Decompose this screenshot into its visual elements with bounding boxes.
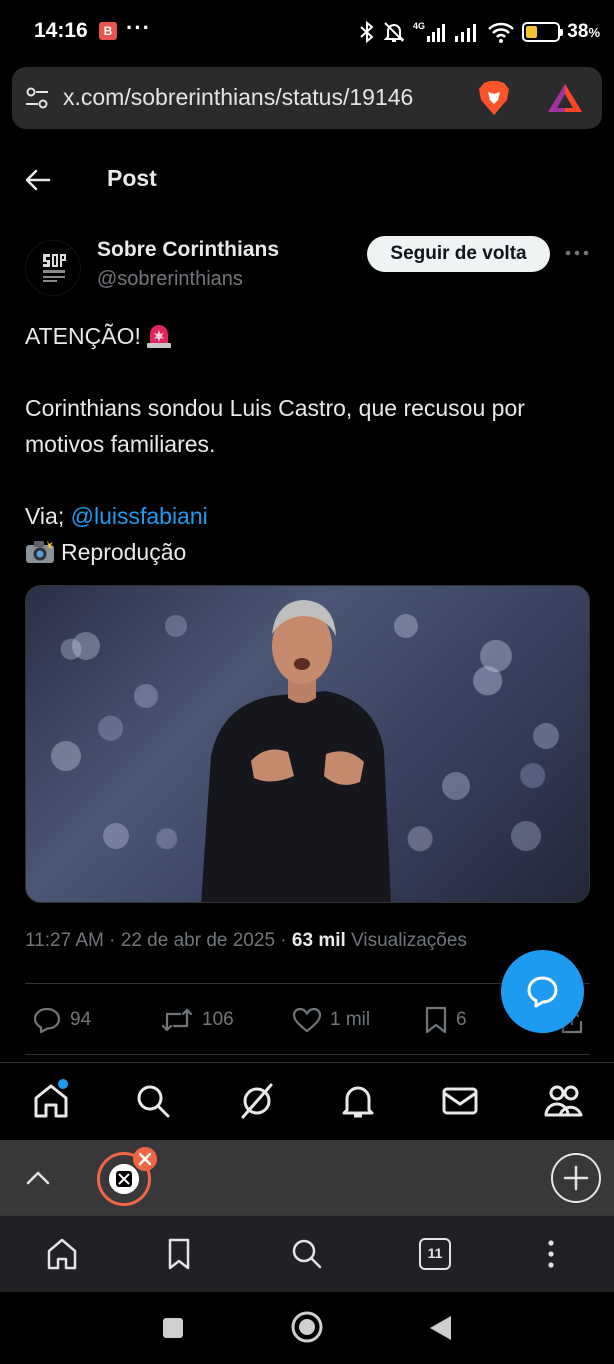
battery-icon — [522, 22, 564, 42]
battery-percent-sign: % — [588, 25, 600, 40]
tweet-time[interactable]: 11:27 AM — [25, 930, 104, 951]
nav-home[interactable] — [31, 1079, 71, 1121]
communities-icon — [544, 1085, 583, 1117]
tweet-credit-line: Reprodução — [25, 534, 595, 570]
meta-separator: · — [109, 930, 116, 951]
brave-rewards-triangle-icon[interactable] — [546, 82, 584, 114]
network-type-label: 4G — [413, 21, 425, 31]
tweet-meta: 11:27 AM · 22 de abr de 2025 · 63 mil Vi… — [25, 930, 467, 952]
battery-percent: 38% — [567, 21, 600, 43]
reply-button[interactable]: 94 — [32, 1005, 91, 1035]
via-prefix: Via; — [25, 503, 65, 529]
mute-bell-icon — [383, 22, 405, 42]
bell-icon — [342, 1086, 374, 1118]
siren-emoji-icon — [146, 325, 171, 348]
avatar[interactable] — [25, 240, 81, 296]
site-settings-icon[interactable] — [24, 85, 50, 111]
camera-flash-emoji-icon — [26, 540, 54, 563]
browser-search-icon[interactable] — [289, 1236, 323, 1272]
search-icon — [137, 1085, 170, 1118]
home-circle-icon[interactable] — [290, 1310, 324, 1344]
tweet-via-line: Via; @luissfabiani — [25, 498, 595, 534]
tweet-date[interactable]: 22 de abr de 2025 — [121, 930, 275, 951]
chat-bubble-icon — [527, 976, 558, 1008]
url-text[interactable]: x.com/sobrerinthians/status/19146 — [63, 84, 423, 111]
author-handle[interactable]: @sobrerinthians — [97, 268, 243, 291]
address-bar[interactable]: x.com/sobrerinthians/status/19146 — [12, 67, 602, 129]
bluetooth-icon — [360, 20, 374, 44]
post-header: Post — [0, 141, 614, 217]
bookmark-count: 6 — [456, 1009, 467, 1030]
follow-back-button[interactable]: Seguir de volta — [367, 236, 550, 272]
bookmark-icon — [425, 1006, 447, 1034]
recents-square-icon[interactable] — [161, 1316, 185, 1340]
browser-toolbar: x.com/sobrerinthians/status/19146 — [0, 62, 614, 141]
heart-icon — [292, 1007, 322, 1033]
tweet-line: ATENÇÃO! — [25, 318, 595, 354]
app-notification-icon: B — [99, 22, 117, 40]
reply-icon — [33, 1007, 61, 1034]
tweet-headline: ATENÇÃO! — [25, 323, 141, 349]
signal-4g-icon: 4G — [413, 21, 446, 42]
nav-grok[interactable] — [237, 1081, 277, 1121]
signal-icon — [455, 24, 477, 42]
browser-home-icon[interactable] — [45, 1236, 79, 1272]
compose-reply-button[interactable] — [501, 950, 584, 1033]
like-count: 1 mil — [330, 1009, 371, 1030]
tweet-image[interactable] — [25, 585, 590, 903]
reply-count: 94 — [70, 1009, 92, 1030]
more-notifications-icon: ··· — [126, 15, 151, 40]
back-triangle-icon[interactable] — [427, 1314, 453, 1342]
battery-percent-value: 38 — [567, 21, 589, 42]
page-title: Post — [107, 165, 157, 191]
grok-icon — [241, 1083, 273, 1119]
nav-messages[interactable] — [440, 1081, 480, 1121]
browser-menu-icon[interactable] — [534, 1236, 568, 1272]
tweet-text: ATENÇÃO! Corinthians sondou Luis Castro,… — [25, 318, 595, 570]
views-count: 63 mil — [291, 930, 346, 951]
more-options-icon[interactable] — [564, 240, 590, 266]
repost-icon — [161, 1008, 193, 1032]
wifi-icon — [488, 22, 515, 43]
photo-credit: Reprodução — [61, 539, 187, 565]
profile-logo-icon — [41, 251, 67, 285]
bookmark-button[interactable]: 6 — [424, 1005, 467, 1035]
mail-icon — [442, 1087, 478, 1115]
repost-count: 106 — [202, 1009, 234, 1030]
tab-strip — [0, 1140, 614, 1215]
tweet-body: Corinthians sondou Luis Castro, que recu… — [25, 395, 525, 457]
repost-button[interactable]: 106 — [160, 1005, 234, 1035]
mention-link[interactable]: @luissfabiani — [71, 503, 208, 529]
browser-bookmark-icon[interactable] — [162, 1236, 196, 1272]
meta-separator: · — [280, 930, 287, 951]
divider — [25, 1054, 590, 1055]
new-posts-indicator — [58, 1079, 68, 1089]
like-button[interactable]: 1 mil — [292, 1005, 370, 1035]
views-label: Visualizações — [351, 930, 467, 951]
close-icon — [138, 1152, 152, 1166]
back-arrow-icon[interactable] — [22, 165, 52, 195]
x-bottom-nav — [0, 1062, 614, 1140]
new-tab-button[interactable] — [551, 1153, 601, 1203]
close-tab-button[interactable] — [133, 1147, 157, 1171]
nav-communities[interactable] — [543, 1081, 583, 1121]
plus-icon — [563, 1165, 589, 1191]
browser-bottom-toolbar: 11 — [0, 1215, 614, 1292]
battery-fill — [526, 26, 538, 38]
nav-notifications[interactable] — [338, 1081, 378, 1121]
author-name[interactable]: Sobre Corinthians — [97, 238, 279, 262]
tab-switcher-button[interactable]: 11 — [419, 1238, 451, 1270]
status-bar: 14:16 B ··· 4G 38% — [0, 0, 614, 62]
coach-photo-illustration — [51, 600, 559, 902]
nav-search[interactable] — [133, 1081, 173, 1121]
status-time: 14:16 — [34, 19, 88, 42]
brave-lion-icon[interactable] — [478, 80, 510, 116]
chevron-up-icon[interactable] — [24, 1164, 52, 1192]
system-navigation-bar — [0, 1292, 614, 1364]
